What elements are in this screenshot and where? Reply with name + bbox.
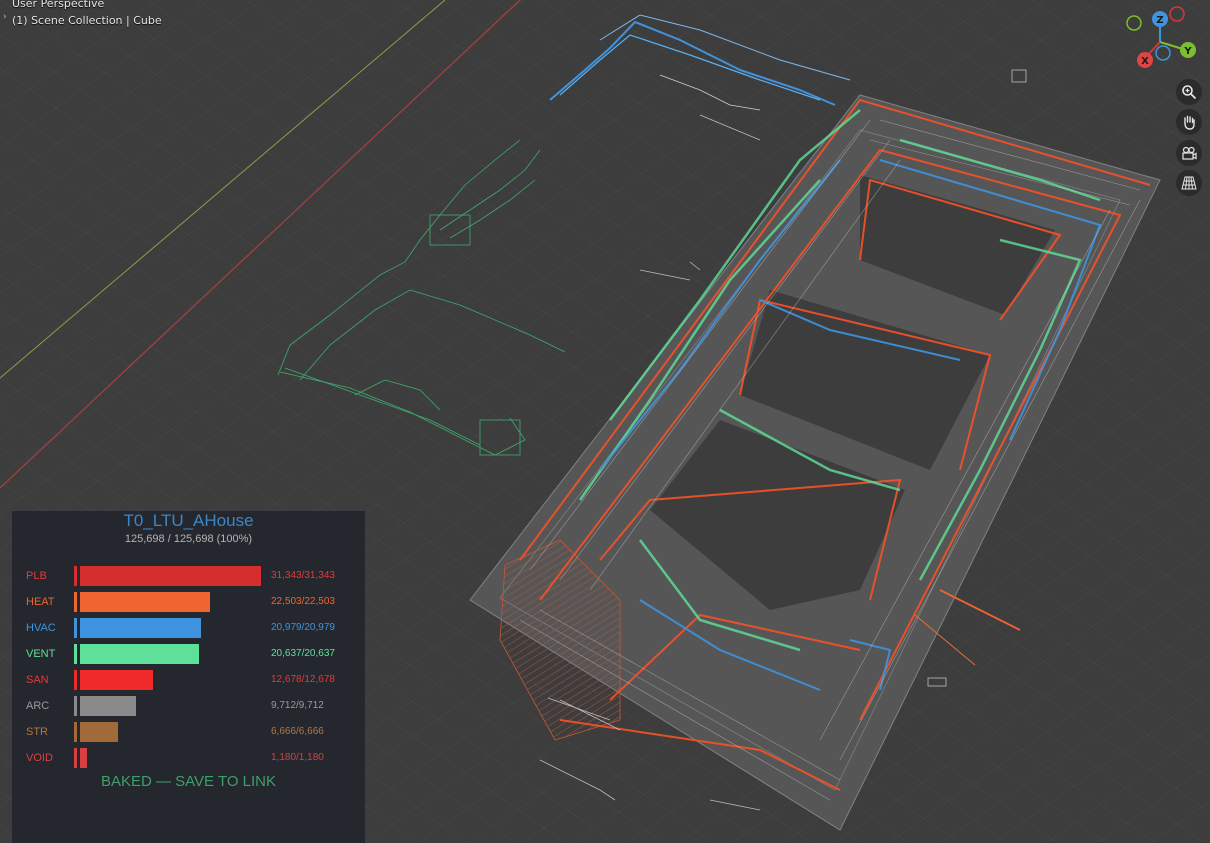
category-count: 31,343/31,343 [271,570,335,581]
category-count: 6,666/6,666 [271,726,324,737]
category-swatch [74,618,77,638]
category-row-san: SAN 12,678/12,678 [12,670,365,690]
expand-arrow-icon[interactable]: › [3,12,7,22]
category-label: STR [26,726,48,738]
category-swatch [74,644,77,664]
scene-collection-label: (1) Scene Collection | Cube [12,14,162,27]
panel-title: T0_LTU_AHouse [123,511,254,530]
category-bar [80,618,201,638]
camera-view-button[interactable] [1176,140,1202,166]
gizmo-neg-y-circle[interactable] [1126,15,1142,31]
category-count: 20,979/20,979 [271,622,335,633]
category-count: 9,712/9,712 [271,700,324,711]
category-count: 22,503/22,503 [271,596,335,607]
total-count-label: 125,698 / 125,698 (100%) [124,533,253,545]
hand-pan-icon [1184,115,1195,130]
category-bar [80,696,136,716]
category-bar [80,722,118,742]
bake-status-label: BAKED — SAVE TO LINK [100,773,277,790]
category-row-heat: HEAT 22,503/22,503 [12,592,365,612]
category-count: 1,180/1,180 [271,752,324,763]
camera-icon [1182,146,1197,160]
category-bar [80,644,199,664]
gizmo-x-label: X [1141,56,1149,67]
gizmo-neg-z-circle[interactable] [1155,45,1171,61]
category-swatch [74,748,77,768]
category-swatch [74,670,77,690]
category-swatch [74,566,77,586]
perspective-toggle-button[interactable] [1176,170,1202,196]
gizmo-neg-x-circle[interactable] [1169,6,1185,22]
zoom-icon [1182,85,1197,100]
gizmo-z-label: Z [1156,15,1163,26]
category-bar [80,670,153,690]
category-row-str: STR 6,666/6,666 [12,722,365,742]
grid-perspective-icon [1181,176,1197,190]
zoom-button[interactable] [1176,79,1202,105]
category-count: 12,678/12,678 [271,674,335,685]
category-bar [80,748,87,768]
category-label: PLB [26,570,47,582]
category-row-hvac: HVAC 20,979/20,979 [12,618,365,638]
category-label: HEAT [26,596,55,608]
category-row-void: VOID 1,180/1,180 [12,748,365,768]
category-row-arc: ARC 9,712/9,712 [12,696,365,716]
pan-button[interactable] [1176,109,1202,135]
navigation-gizmo[interactable]: Z X Y [1118,0,1202,74]
gizmo-y-label: Y [1183,46,1192,57]
category-label: HVAC [26,622,56,634]
category-label: VOID [26,752,53,764]
category-swatch [74,696,77,716]
category-bar [80,592,210,612]
category-count: 20,637/20,637 [271,648,335,659]
category-row-plb: PLB 31,343/31,343 [12,566,365,586]
category-label: SAN [26,674,49,686]
category-label: VENT [26,648,56,660]
category-swatch [74,722,77,742]
category-stats-panel: T0_LTU_AHouse 125,698 / 125,698 (100%) P… [12,510,365,843]
category-bar [80,566,261,586]
category-swatch [74,592,77,612]
category-row-vent: VENT 20,637/20,637 [12,644,365,664]
category-label: ARC [26,700,50,712]
view-mode-label: User Perspective [12,0,105,10]
